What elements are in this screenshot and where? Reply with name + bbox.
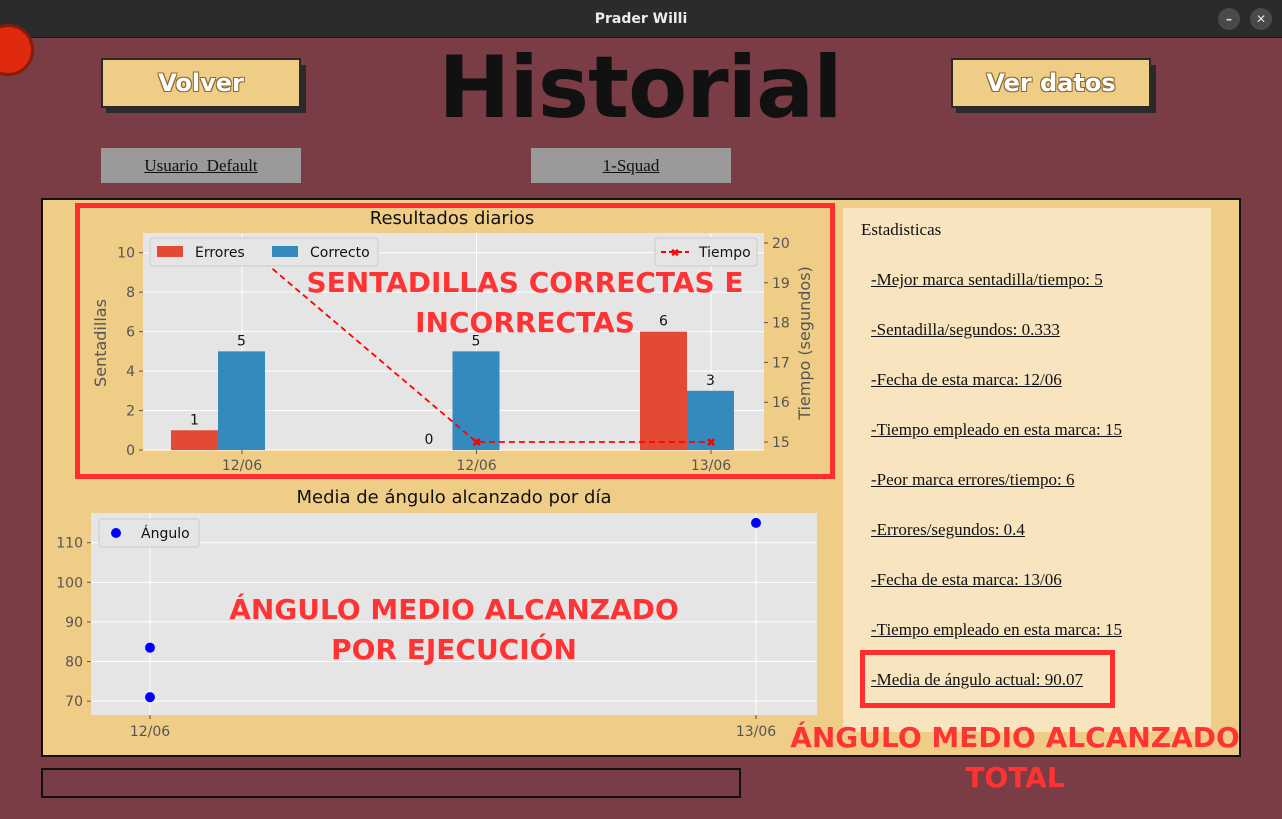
- chart2-ytick-label: 80: [65, 655, 83, 671]
- angle-total-annotation-line2: TOTAL: [965, 761, 1065, 794]
- angle-point: [145, 692, 155, 703]
- stat-best-reps-time: -Mejor marca sentadilla/tiempo: 5: [871, 270, 1103, 289]
- angle-total-annotation-line1: ÁNGULO MEDIO ALCANZADO: [790, 721, 1240, 754]
- chart2-ytick-label: 110: [56, 536, 83, 552]
- chart2-legend: Ángulo: [98, 518, 200, 548]
- stats-title: Estadisticas: [861, 220, 942, 239]
- stat-worst-time-used: -Tiempo empleado en esta marca: 15: [871, 620, 1122, 639]
- angle-total-annotation: ÁNGULO MEDIO ALCANZADO TOTAL: [770, 718, 1260, 798]
- chart2-annotation-line1: ÁNGULO MEDIO ALCANZADO: [229, 593, 679, 626]
- chart2-xtick-label: 12/06: [130, 724, 170, 740]
- chart2-ytick-label: 70: [65, 694, 83, 710]
- stat-worst-date: -Fecha de esta marca: 13/06: [871, 570, 1062, 589]
- stat-best-date: -Fecha de esta marca: 12/06: [871, 370, 1062, 389]
- chart1-annotation: SENTADILLAS CORRECTAS E INCORRECTAS: [285, 263, 765, 343]
- chart2-annotation-line2: POR EJECUCIÓN: [331, 633, 577, 666]
- legend-angulo-marker: [111, 528, 121, 538]
- legend-angulo-label: Ángulo: [141, 525, 190, 542]
- chart1-annotation-line2: INCORRECTAS: [415, 306, 635, 339]
- chart1-annotation-line1: SENTADILLAS CORRECTAS E: [306, 266, 744, 299]
- chart2-ytick-label: 90: [65, 615, 83, 631]
- angle-total-highlight-box: [860, 650, 1115, 708]
- chart2-title: Media de ángulo alcanzado por día: [296, 487, 611, 508]
- stat-reps-per-second: -Sentadilla/segundos: 0.333: [871, 320, 1060, 339]
- angle-point: [145, 642, 155, 653]
- angle-point: [751, 517, 761, 528]
- stat-worst-errors-time: -Peor marca errores/tiempo: 6: [871, 470, 1075, 489]
- chart2-annotation: ÁNGULO MEDIO ALCANZADO POR EJECUCIÓN: [214, 590, 694, 670]
- status-bar: [41, 768, 741, 798]
- chart2-ytick-label: 100: [56, 575, 83, 591]
- stat-best-time-used: -Tiempo empleado en esta marca: 15: [871, 420, 1122, 439]
- stat-errors-per-second: -Errores/segundos: 0.4: [871, 520, 1025, 539]
